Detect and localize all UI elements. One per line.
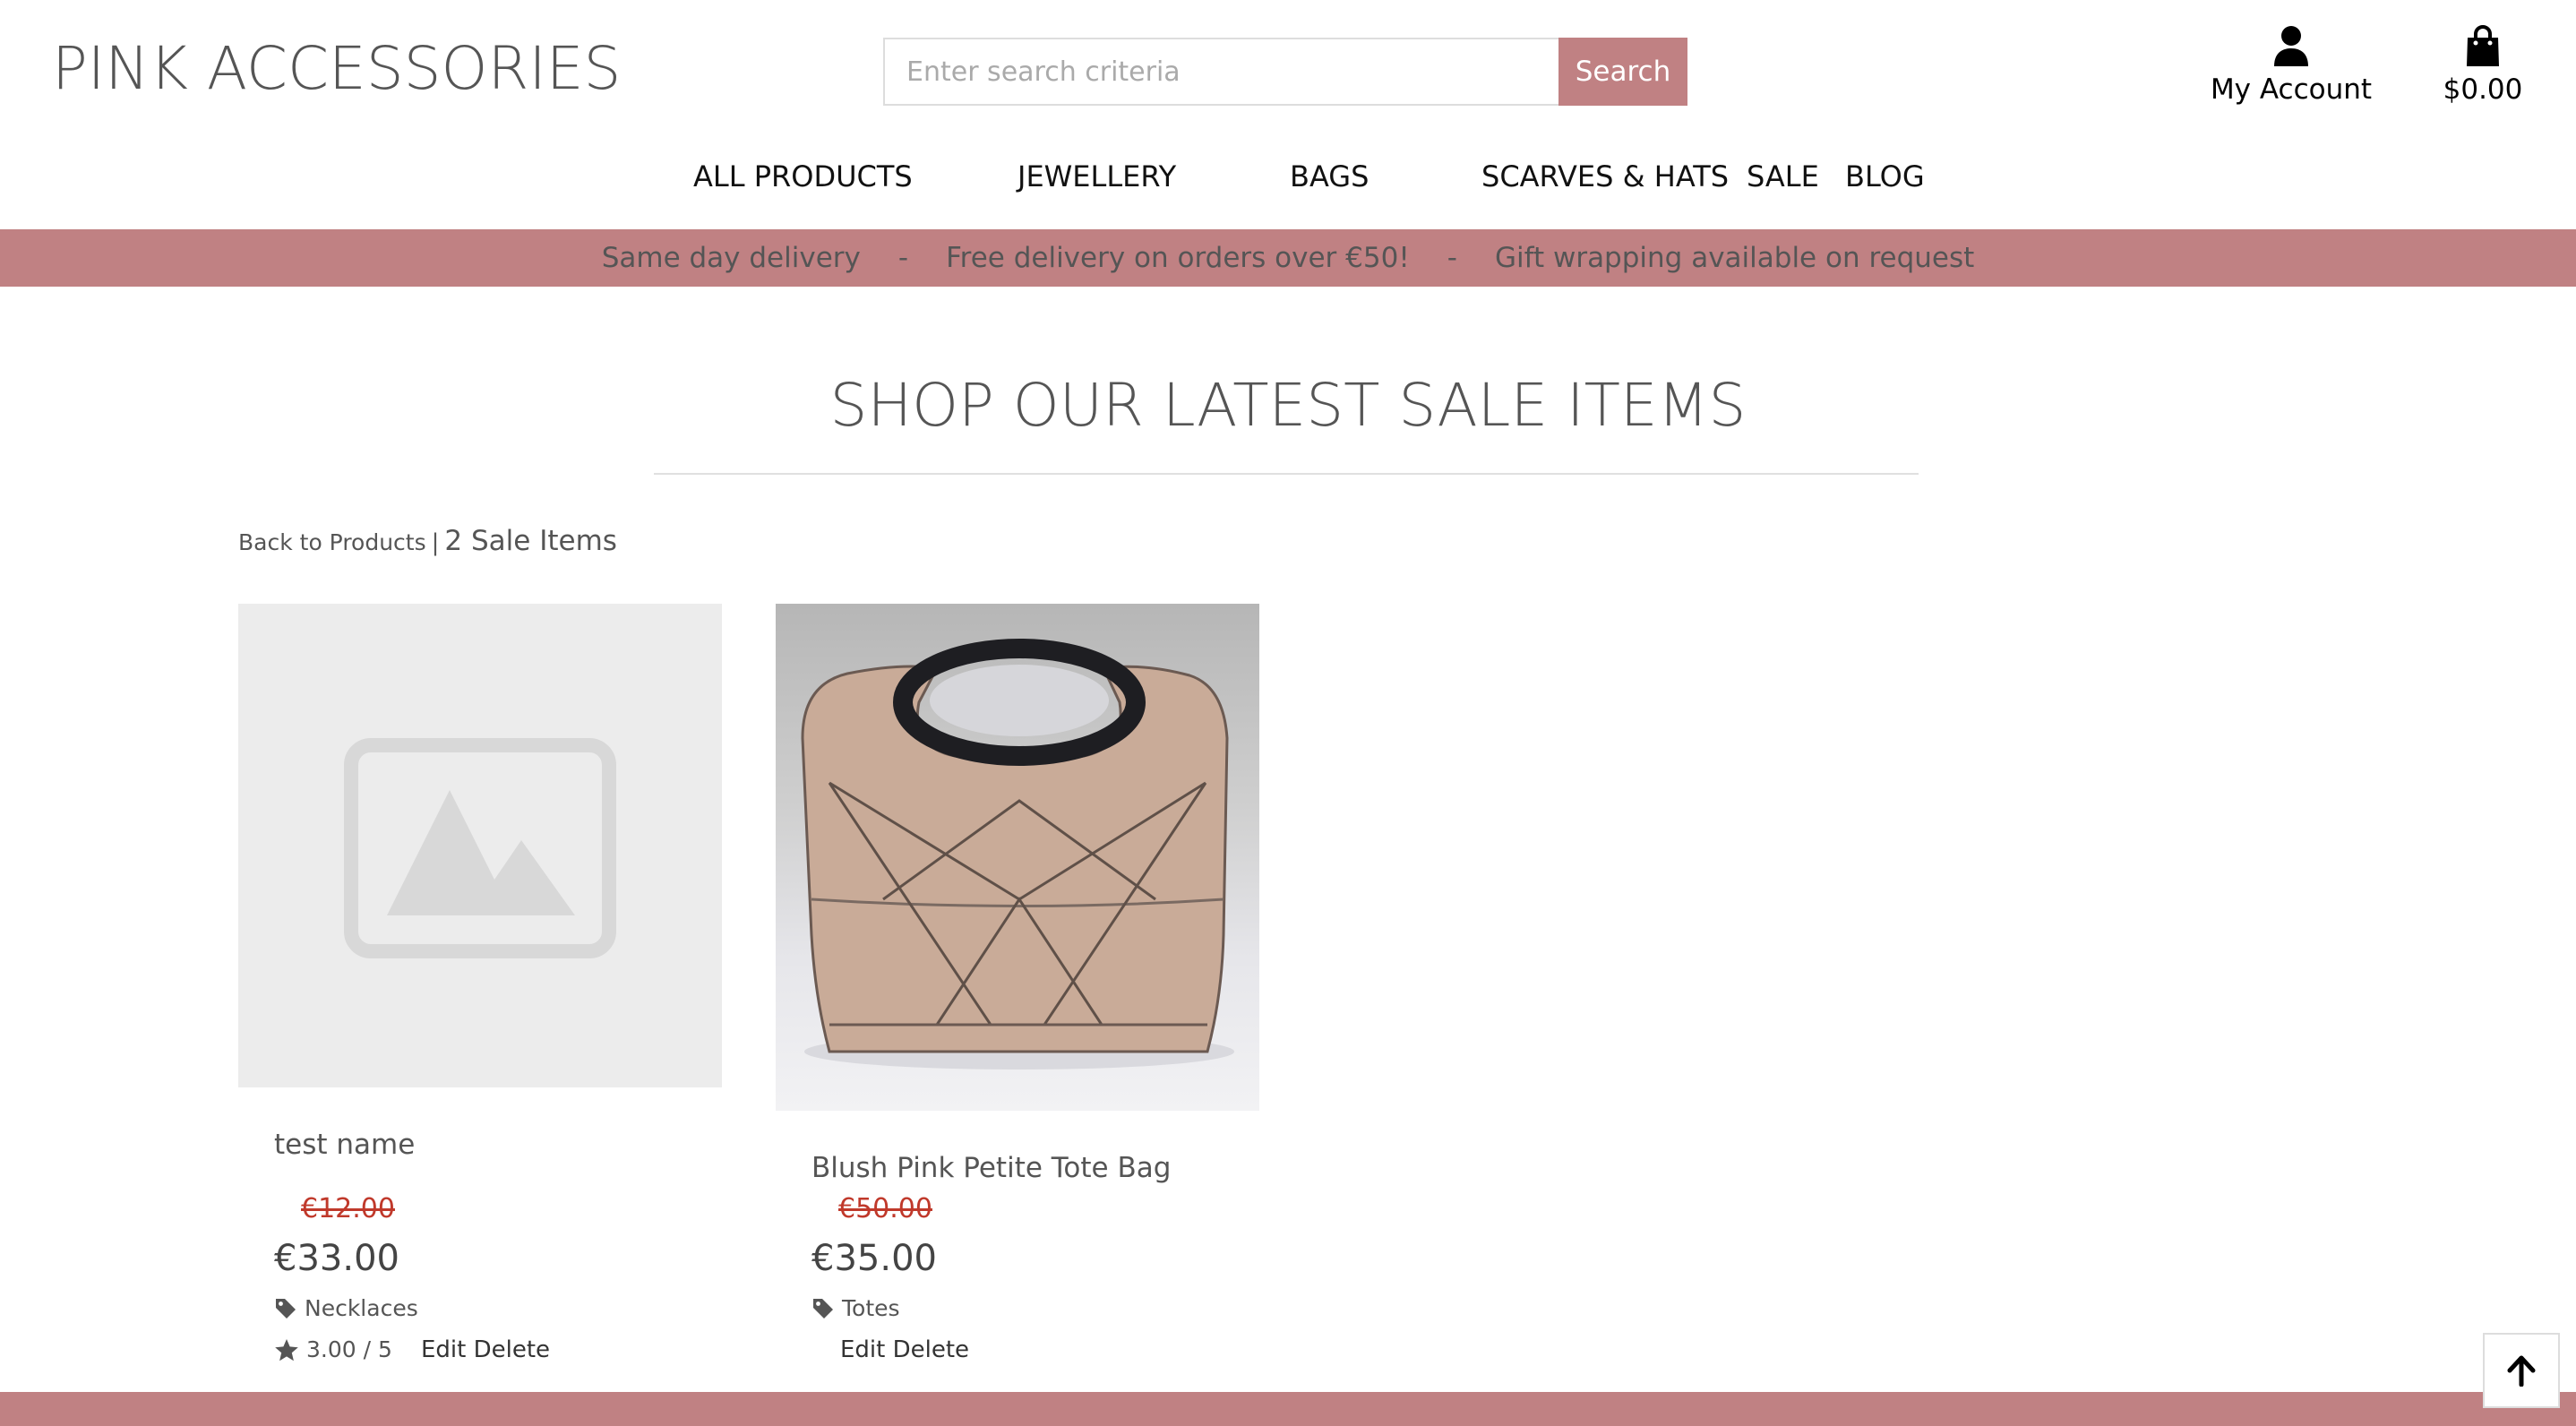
my-account-link[interactable]: My Account [2203, 25, 2379, 106]
sale-item-count: 2 Sale Items [444, 525, 617, 557]
delete-product-link[interactable]: Delete [893, 1336, 969, 1363]
product-old-price: €12.00 [301, 1193, 395, 1224]
search-form: Search [883, 38, 1687, 106]
product-rating: 3.00 / 5 [274, 1336, 392, 1362]
delete-product-link[interactable]: Delete [474, 1336, 550, 1363]
search-button[interactable]: Search [1558, 38, 1687, 106]
banner-message: Same day delivery [601, 242, 861, 274]
tote-bag-photo [801, 639, 1234, 1070]
product-name[interactable]: Blush Pink Petite Tote Bag [811, 1152, 1171, 1184]
shopping-bag-icon [2467, 25, 2499, 66]
search-input[interactable] [883, 38, 1558, 106]
product-admin-actions: Edit Delete [421, 1336, 550, 1363]
tag-icon [813, 1298, 833, 1319]
user-icon [2274, 26, 2308, 66]
tag-icon [276, 1298, 296, 1319]
back-to-top-button[interactable] [2483, 1333, 2560, 1408]
my-account-label: My Account [2210, 73, 2373, 106]
edit-product-link[interactable]: Edit [840, 1336, 885, 1363]
back-to-products-link[interactable]: Back to Products [238, 529, 426, 555]
nav-sale[interactable]: SALE [1747, 159, 1819, 193]
breadcrumb: Back to Products | 2 Sale Items [238, 525, 617, 557]
nav-all-products[interactable]: ALL PRODUCTS [693, 159, 913, 193]
banner-separator: - [897, 242, 909, 274]
banner-separator: - [1447, 242, 1457, 274]
nav-scarves-hats[interactable]: SCARVES & HATS [1481, 159, 1729, 193]
product-admin-actions: Edit Delete [840, 1336, 969, 1363]
page-title: SHOP OUR LATEST SALE ITEMS [829, 371, 1747, 440]
product-image[interactable] [238, 604, 722, 1087]
cart-total: $0.00 [2443, 73, 2523, 106]
banner-message: Gift wrapping available on request [1494, 242, 1975, 274]
product-category-link[interactable]: Necklaces [274, 1295, 418, 1321]
product-name[interactable]: test name [274, 1129, 415, 1161]
main-nav: ALL PRODUCTS JEWELLERY BAGS SCARVES & HA… [0, 159, 2576, 199]
product-price: €33.00 [274, 1238, 399, 1279]
star-icon [275, 1338, 298, 1361]
product-category: Necklaces [305, 1295, 418, 1321]
delivery-banner: Same day delivery - Free delivery on ord… [0, 229, 2576, 287]
product-category-link[interactable]: Totes [811, 1295, 900, 1321]
nav-blog[interactable]: BLOG [1845, 159, 1925, 193]
edit-product-link[interactable]: Edit [421, 1336, 466, 1363]
product-image[interactable] [776, 604, 1259, 1111]
rating-value: 3.00 / 5 [306, 1336, 392, 1362]
nav-jewellery[interactable]: JEWELLERY [1018, 159, 1176, 193]
product-category: Totes [842, 1295, 900, 1321]
banner-message: Free delivery on orders over €50! [946, 242, 1410, 274]
site-logo[interactable]: PINK ACCESSORIES [52, 34, 621, 103]
footer-bar [0, 1392, 2576, 1426]
nav-bags[interactable]: BAGS [1290, 159, 1369, 193]
divider [654, 473, 1919, 475]
product-old-price: €50.00 [838, 1193, 932, 1224]
image-placeholder-icon [344, 738, 616, 958]
product-price: €35.00 [811, 1238, 937, 1279]
cart-link[interactable]: $0.00 [2438, 25, 2528, 106]
breadcrumb-divider: | [431, 529, 440, 556]
arrow-up-icon [2507, 1355, 2536, 1387]
